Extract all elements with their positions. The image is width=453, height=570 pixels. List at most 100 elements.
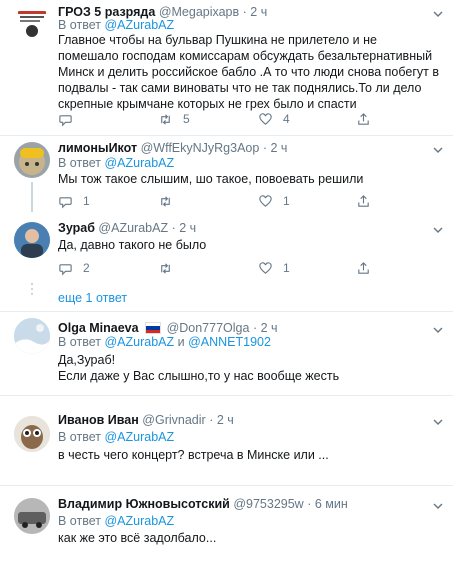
retweet-button[interactable] <box>158 260 183 276</box>
author-name[interactable]: Зураб <box>58 221 95 235</box>
retweet-button[interactable]: 5 <box>158 111 190 127</box>
tweet-header: лимоныИкот @WffEkyNJyRg3Aop · 2 ч <box>58 140 445 156</box>
author-name[interactable]: лимоныИкот <box>58 141 137 155</box>
tweet[interactable]: Владимир Южновысотский @9753295w · 6 мин… <box>0 486 453 570</box>
tweet-text: как же это всё задолбало... <box>58 531 217 545</box>
reply-context: В ответ @AZurabAZ <box>58 513 174 529</box>
tweet[interactable]: лимоныИкот @WffEkyNJyRg3Aop · 2 ч В отве… <box>0 136 453 212</box>
avatar-image <box>14 416 50 452</box>
show-more-replies-link[interactable]: еще 1 ответ <box>58 291 127 305</box>
avatar-image <box>14 5 50 41</box>
like-button[interactable]: 1 <box>258 260 290 276</box>
reply-prefix: В ответ <box>58 514 101 528</box>
heart-icon <box>259 194 272 207</box>
timestamp[interactable]: 2 ч <box>250 5 267 19</box>
reply-mention[interactable]: @AZurabAZ <box>104 514 174 528</box>
reply-mention[interactable]: @AZurabAZ <box>104 335 174 349</box>
chevron-down-icon[interactable] <box>433 9 443 19</box>
reply-context: В ответ @AZurabAZ и @ANNET1902 <box>58 334 271 350</box>
reply-prefix: В ответ <box>58 430 101 444</box>
share-icon <box>358 261 369 274</box>
timestamp[interactable]: 2 ч <box>261 321 278 335</box>
retweet-icon <box>161 262 170 274</box>
tweet[interactable]: Olga Minaeva @Don777Olga · 2 ч В ответ @… <box>0 312 453 394</box>
like-button[interactable]: 4 <box>258 111 290 127</box>
avatar[interactable] <box>14 318 50 354</box>
author-handle[interactable]: @WffEkyNJyRg3Aop <box>141 141 260 155</box>
share-button[interactable] <box>356 193 371 209</box>
share-button[interactable] <box>356 260 371 276</box>
separator-dot: · <box>262 141 267 155</box>
share-icon <box>358 112 369 125</box>
reply-button[interactable] <box>58 111 83 127</box>
reply-prefix: В ответ <box>58 18 101 32</box>
tweet[interactable]: Зураб @AZurabAZ · 2 ч Да, давно такого н… <box>0 214 453 295</box>
timestamp[interactable]: 2 ч <box>179 221 196 235</box>
author-handle[interactable]: @AZurabAZ <box>98 221 168 235</box>
reply-prefix: В ответ <box>58 335 101 349</box>
retweet-button[interactable] <box>158 193 183 209</box>
avatar[interactable] <box>14 222 50 258</box>
like-count: 4 <box>283 112 290 126</box>
avatar[interactable] <box>14 5 50 41</box>
like-button[interactable]: 1 <box>258 193 290 209</box>
separator-dot: · <box>171 221 176 235</box>
tweet[interactable]: Иванов Иван @Grivnadir · 2 ч В ответ @AZ… <box>0 396 453 484</box>
tweet-text: Мы тож такое слышим, шо такое, повоевать… <box>58 172 364 186</box>
reply-button[interactable]: 1 <box>58 193 90 209</box>
timestamp[interactable]: 6 мин <box>315 497 348 511</box>
reply-count: 2 <box>83 261 90 275</box>
avatar[interactable] <box>14 498 50 534</box>
reply-mention[interactable]: @AZurabAZ <box>104 18 174 32</box>
chevron-down-icon[interactable] <box>433 145 443 155</box>
tweet-text: в честь чего концерт? встреча в Минске и… <box>58 448 329 462</box>
like-count: 1 <box>283 261 290 275</box>
reply-context: В ответ @AZurabAZ <box>58 17 174 33</box>
author-handle[interactable]: @9753295w <box>233 497 303 511</box>
tweet-actions: 5 4 <box>58 111 438 127</box>
avatar-image <box>14 142 50 178</box>
reply-mention-2[interactable]: @ANNET1902 <box>188 335 271 349</box>
separator-dot: · <box>209 413 214 427</box>
avatar-image <box>14 318 50 354</box>
avatar[interactable] <box>14 416 50 452</box>
heart-icon <box>259 112 272 125</box>
author-handle[interactable]: @Don777Olga <box>167 321 250 335</box>
author-name[interactable]: Иванов Иван <box>58 413 139 427</box>
heart-icon <box>259 261 272 274</box>
separator-dot: · <box>242 5 247 19</box>
tweet-header: Владимир Южновысотский @9753295w · 6 мин <box>58 496 445 512</box>
reply-and: и <box>177 335 185 349</box>
reply-context: В ответ @AZurabAZ <box>58 429 174 445</box>
reply-mention[interactable]: @AZurabAZ <box>104 430 174 444</box>
chevron-down-icon[interactable] <box>433 417 443 427</box>
tweet[interactable]: ГРОЗ 5 разряда @Megaріхарв · 2 ч В ответ… <box>0 0 453 134</box>
separator-dot: · <box>252 321 258 335</box>
separator-dot: · <box>307 497 312 511</box>
chevron-down-icon[interactable] <box>433 501 443 511</box>
reply-count: 1 <box>83 194 90 208</box>
tweet-actions: 1 1 <box>58 193 438 209</box>
tweet-actions: 2 1 <box>58 260 438 276</box>
avatar-image <box>14 498 50 534</box>
reply-mention[interactable]: @AZurabAZ <box>104 156 174 170</box>
reply-feed: ГРОЗ 5 разряда @Megaріхарв · 2 ч В ответ… <box>0 0 453 570</box>
author-handle[interactable]: @Grivnadir <box>142 413 205 427</box>
thread-line <box>31 182 33 212</box>
retweet-count: 5 <box>183 112 190 126</box>
chevron-down-icon[interactable] <box>433 225 443 235</box>
reply-prefix: В ответ <box>58 156 101 170</box>
tweet-text: Главное чтобы на бульвар Пушкина не прил… <box>58 33 439 111</box>
tweet-header: Зураб @AZurabAZ · 2 ч <box>58 220 445 236</box>
author-name[interactable]: Olga Minaeva <box>58 321 139 335</box>
tweet-text: Да, давно такого не было <box>58 238 207 252</box>
avatar[interactable] <box>14 142 50 178</box>
russia-flag-icon <box>145 322 162 334</box>
reply-button[interactable]: 2 <box>58 260 90 276</box>
tweet-text: Да,Зураб! Если даже у Вас слышно,то у на… <box>58 353 340 383</box>
timestamp[interactable]: 2 ч <box>217 413 234 427</box>
share-button[interactable] <box>356 111 371 127</box>
timestamp[interactable]: 2 ч <box>270 141 287 155</box>
chevron-down-icon[interactable] <box>433 325 443 335</box>
author-name[interactable]: Владимир Южновысотский <box>58 497 230 511</box>
